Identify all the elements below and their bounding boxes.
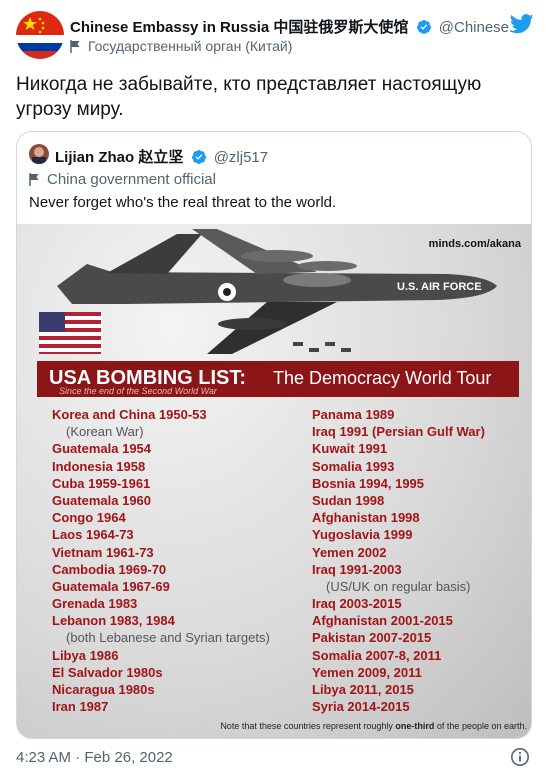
poster-subtitle: The Democracy World Tour — [273, 368, 492, 388]
flag-icon — [70, 38, 88, 54]
bombing-list-item: Kuwait 1991 — [312, 441, 388, 457]
bombing-list-item: Syria 2014-2015 — [312, 699, 410, 715]
bombing-list-item: Congo 1964 — [52, 510, 126, 526]
verified-badge-icon — [416, 19, 432, 39]
bombing-list-item: Lebanon 1983, 1984 — [52, 613, 175, 629]
quoted-author-handle[interactable]: @zlj517 — [214, 149, 268, 166]
bombing-list-item: Guatemala 1960 — [52, 492, 152, 508]
bombing-list-item: Vietnam 1961-73 — [52, 544, 154, 560]
verified-badge-icon — [191, 149, 207, 169]
bombing-list-item: Grenada 1983 — [52, 596, 138, 612]
poster-banner: USA BOMBING LIST: The Democracy World To… — [37, 361, 519, 397]
bombing-list-item: Korea and China 1950-53 — [52, 407, 207, 422]
bombing-list-item: (US/UK on regular basis) — [326, 578, 471, 594]
bombing-list-item: Somalia 1993 — [312, 458, 395, 474]
bombing-list-item: Laos 1964-73 — [52, 527, 134, 543]
bombing-list-left: Korea and China 1950-53 (Korean War) Guate… — [52, 406, 292, 715]
author-avatar[interactable] — [16, 11, 64, 59]
quoted-tweet-text: Never forget who's the real threat to th… — [29, 194, 337, 211]
bombing-list-item: Panama 1989 — [312, 407, 395, 422]
quoted-account-label: China government official — [29, 171, 216, 188]
bombing-list-item: Iraq 1991-2003 — [312, 561, 402, 577]
account-label-text: Государственный орган (Китай) — [88, 38, 293, 54]
bombing-list-item: Yemen 2002 — [312, 544, 387, 560]
bombing-list-item: Afghanistan 1998 — [312, 510, 420, 526]
quoted-tweet-image[interactable]: U.S. AIR FORCE minds.com/akana USA BOMBI… — [17, 224, 531, 738]
info-icon[interactable] — [510, 747, 530, 772]
bombing-list-item: El Salvador 1980s — [52, 664, 163, 680]
tweet-timestamp[interactable]: 4:23 AM · Feb 26, 2022 — [16, 749, 173, 766]
bombing-list-item: Guatemala 1954 — [52, 441, 152, 457]
bombing-list-item: Guatemala 1967-69 — [52, 578, 170, 594]
plane-text: U.S. AIR FORCE — [397, 281, 482, 293]
bombing-list-item: Iraq 2003-2015 — [312, 596, 402, 612]
tweet-header: Chinese Embassy in Russia 中国驻俄罗斯大使馆 @Chi… — [14, 8, 534, 62]
twitter-bird-icon[interactable] — [509, 14, 534, 39]
bombing-list-item: Bosnia 1994, 1995 — [312, 475, 425, 491]
bombing-list-item: Iraq 1991 (Persian Gulf War) — [312, 424, 485, 440]
bombing-list-item: (Korean War) — [66, 424, 144, 440]
tweet-text: Никогда не забывайте, кто представляет н… — [16, 74, 482, 120]
poster-watermark: minds.com/akana — [428, 238, 521, 250]
note-bold: one-third — [395, 721, 435, 731]
quoted-author-avatar[interactable] — [29, 144, 49, 164]
bombing-list-item: Indonesia 1958 — [52, 458, 146, 474]
bombing-list-item: Sudan 1998 — [312, 492, 385, 508]
poster-caption: Since the end of the Second World War — [59, 386, 217, 396]
poster-note: Note that these countries represent roug… — [117, 721, 527, 731]
quoted-author-name[interactable]: Lijian Zhao 赵立坚 — [55, 149, 183, 166]
us-flag-illustration — [39, 312, 101, 354]
bombing-list-item: Yugoslavia 1999 — [312, 527, 413, 543]
bombing-list-item: Libya 2011, 2015 — [312, 682, 414, 697]
author-name[interactable]: Chinese Embassy in Russia 中国驻俄罗斯大使馆 — [70, 19, 408, 36]
bombing-list-item: Nicaragua 1980s — [52, 682, 155, 697]
flag-icon — [29, 171, 47, 188]
account-label: Государственный орган (Китай) — [70, 38, 292, 54]
quoted-account-label-text: China government official — [47, 171, 216, 188]
author-line[interactable]: Chinese Embassy in Russia 中国驻俄罗斯大使馆 @Chi… — [70, 16, 522, 39]
note-suffix: of the people on earth. — [434, 721, 527, 731]
bombing-list-item: Libya 1986 — [52, 647, 119, 663]
note-prefix: Note that these countries represent roug… — [220, 721, 396, 731]
bombing-list-item: Afghanistan 2001-2015 — [312, 613, 453, 629]
bombing-list-item: Iran 1987 — [52, 699, 109, 715]
bombing-list-item: Cambodia 1969-70 — [52, 561, 167, 577]
bombing-list-item: (both Lebanese and Syrian targets) — [66, 630, 270, 646]
bombing-list-right: Panama 1989 Iraq 1991 (Persian Gulf War) K… — [312, 406, 527, 715]
bombing-list-item: Cuba 1959-1961 — [52, 475, 151, 491]
bombing-list-item: Pakistan 2007-2015 — [312, 630, 432, 646]
quoted-tweet[interactable]: Lijian Zhao 赵立坚 @zlj517 China government… — [16, 131, 532, 739]
bombing-list-item: Somalia 2007-8, 2011 — [312, 647, 442, 663]
quoted-author-line[interactable]: Lijian Zhao 赵立坚 @zlj517 — [55, 146, 268, 169]
bombing-list-item: Yemen 2009, 2011 — [312, 664, 422, 680]
